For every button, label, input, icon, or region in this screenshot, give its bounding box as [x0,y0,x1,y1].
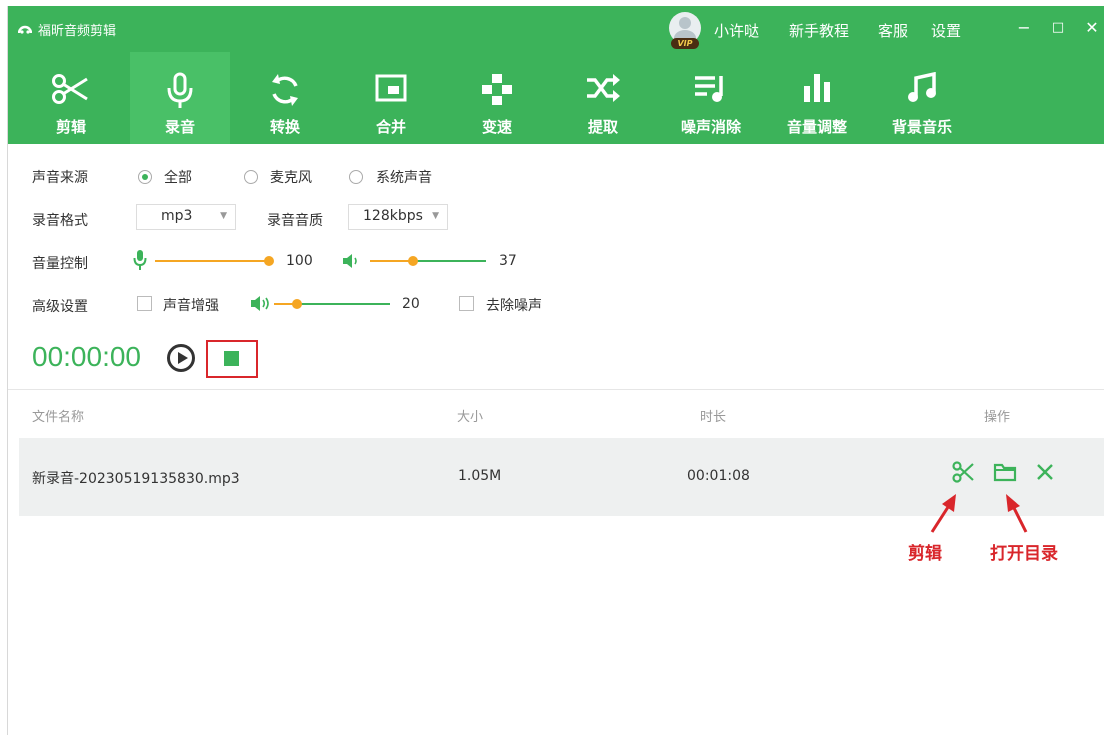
quality-value: 128kbps [363,208,423,224]
settings-link[interactable]: 设置 [931,20,961,41]
format-label: 录音格式 [32,213,88,229]
file-duration: 00:01:08 [687,468,750,484]
title-bar: 福昕音频剪辑 VIP 小许哒 新手教程 客服 设置 − □ ✕ [8,6,1104,52]
chevron-down-icon: ▼ [220,211,227,221]
source-system-label[interactable]: 系统声音 [376,167,432,187]
minimize-button[interactable]: − [1014,18,1034,37]
section-divider [8,389,1104,390]
source-all-radio[interactable] [138,170,152,184]
tool-extract[interactable]: 提取 [553,52,653,144]
annotation-open-folder-label: 打开目录 [990,544,1058,564]
tool-record[interactable]: 录音 [130,52,230,144]
speed-icon [482,74,512,105]
source-system-radio[interactable] [349,170,363,184]
app-title: 福昕音频剪辑 [38,24,117,39]
microphone-icon [133,250,147,270]
tool-background-music-label: 背景音乐 [891,118,952,136]
column-header-size: 大小 [457,410,484,425]
noise-reduction-icon [695,76,723,102]
column-header-duration: 时长 [700,410,727,425]
source-all-label[interactable]: 全部 [164,167,192,187]
denoise-checkbox[interactable] [459,296,474,311]
tool-noise-reduction-label: 噪声消除 [680,118,741,136]
tool-noise-reduction[interactable]: 噪声消除 [659,52,763,144]
denoise-label[interactable]: 去除噪声 [486,295,542,315]
close-button[interactable]: ✕ [1082,18,1102,37]
mic-volume-thumb[interactable] [264,256,274,266]
tool-record-label: 录音 [164,118,195,136]
tool-convert[interactable]: 转换 [235,52,335,144]
quality-select[interactable]: 128kbps ▼ [348,204,448,230]
user-name[interactable]: 小许哒 [714,20,759,41]
convert-icon [272,74,298,106]
annotation-arrow-folder [1006,494,1028,533]
volume-bars-icon [804,74,830,102]
enhance-checkbox[interactable] [137,296,152,311]
format-select[interactable]: mp3 ▼ [136,204,236,230]
chevron-down-icon: ▼ [432,211,439,221]
annotation-cut-label: 剪辑 [908,544,942,564]
tool-convert-label: 转换 [269,118,300,136]
main-toolbar: 剪辑 录音 转换 合并 变速 提取 噪声消除 音量调整 背景音乐 [8,52,1104,144]
tool-cut-label: 剪辑 [55,118,86,136]
tool-speed[interactable]: 变速 [447,52,547,144]
quality-label: 录音音质 [267,213,323,229]
tool-merge[interactable]: 合并 [341,52,441,144]
speaker-icon [251,296,269,311]
tool-cut[interactable]: 剪辑 [21,52,121,144]
scissors-icon [52,74,88,104]
extract-icon [587,74,620,102]
volume-label: 音量控制 [32,256,88,272]
file-size: 1.05M [458,468,502,484]
tutorial-link[interactable]: 新手教程 [789,20,849,41]
source-mic-label[interactable]: 麦克风 [270,167,312,187]
tool-volume-label: 音量调整 [786,118,847,136]
format-value: mp3 [161,208,193,224]
tool-merge-label: 合并 [375,118,406,136]
open-folder-button[interactable] [993,461,1017,483]
mic-volume-value: 100 [286,253,313,269]
vip-badge: VIP [671,38,699,49]
cut-file-button[interactable] [952,461,974,483]
system-volume-slider[interactable] [370,256,486,266]
column-header-name: 文件名称 [32,410,85,425]
annotation-arrow-cut [930,494,956,533]
enhance-slider[interactable] [274,299,390,309]
system-volume-thumb[interactable] [408,256,418,266]
enhance-label[interactable]: 声音增强 [163,295,219,315]
music-note-icon [908,72,936,102]
merge-icon [375,74,407,102]
source-mic-radio[interactable] [244,170,258,184]
app-window: 福昕音频剪辑 VIP 小许哒 新手教程 客服 设置 − □ ✕ 剪辑 录音 转换… [7,6,1104,735]
support-link[interactable]: 客服 [878,20,908,41]
enhance-value: 20 [402,296,420,312]
delete-file-button[interactable] [1036,463,1054,481]
speaker-icon [343,254,357,268]
file-name: 新录音-20230519135830.mp3 [32,471,240,487]
mic-volume-slider[interactable] [155,256,274,266]
record-timer: 00:00:00 [32,341,141,372]
source-label: 声音来源 [32,170,88,186]
maximize-button[interactable]: □ [1048,20,1068,35]
system-volume-value: 37 [499,253,517,269]
tool-extract-label: 提取 [587,118,618,136]
tool-background-music[interactable]: 背景音乐 [870,52,974,144]
column-header-actions: 操作 [984,410,1011,425]
tool-volume[interactable]: 音量调整 [765,52,869,144]
advanced-label: 高级设置 [32,299,88,315]
tool-speed-label: 变速 [481,118,512,136]
enhance-thumb[interactable] [292,299,302,309]
stop-button[interactable] [224,351,239,366]
play-button[interactable] [167,344,195,372]
app-logo-icon [18,25,32,34]
microphone-icon [167,72,193,108]
